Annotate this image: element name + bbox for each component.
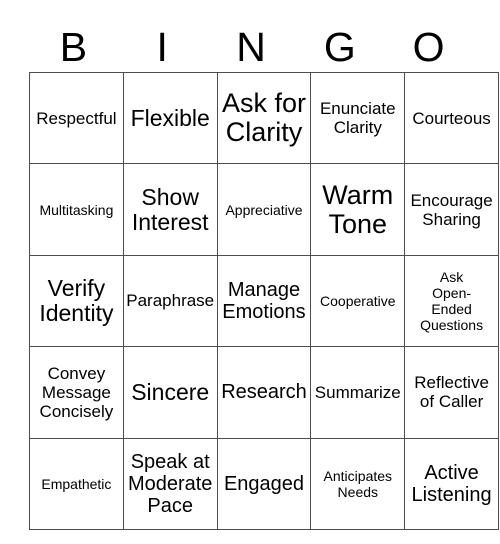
- bingo-cell-label: Enunciate Clarity: [319, 99, 396, 138]
- bingo-cell-n1[interactable]: Ask for Clarity: [216, 71, 312, 165]
- bingo-cell-g1[interactable]: Enunciate Clarity: [310, 71, 406, 165]
- bingo-cell-b4[interactable]: Convey Message Concisely: [29, 346, 124, 439]
- bingo-cell-label: Convey Message Concisely: [39, 363, 114, 421]
- bingo-cell-label: Research: [221, 381, 307, 404]
- bingo-cell-label: Paraphrase: [126, 291, 215, 311]
- bingo-cell-label: Verify Identity: [39, 274, 114, 326]
- bingo-row: Convey Message Concisely Sincere Researc…: [29, 346, 499, 439]
- bingo-cell-label: Ask for Clarity: [221, 88, 306, 148]
- bingo-card: B I N G O Respectful Flexible Ask for Cl…: [0, 0, 500, 544]
- bingo-cell-label: Show Interest: [131, 183, 209, 235]
- bingo-cell-b1[interactable]: Respectful: [29, 71, 124, 165]
- bingo-cell-label: Anticipates Needs: [323, 467, 393, 500]
- bingo-cell-i4[interactable]: Sincere: [122, 346, 218, 439]
- bingo-cell-n5[interactable]: Engaged: [216, 437, 312, 530]
- bingo-cell-label: Sincere: [131, 378, 210, 405]
- bingo-header-row: B I N G O: [29, 22, 473, 72]
- bingo-cell-i1[interactable]: Flexible: [122, 71, 218, 165]
- bingo-cell-label: Flexible: [130, 104, 210, 131]
- bingo-header-letter-g: G: [323, 24, 356, 70]
- bingo-cell-label: Encourage Sharing: [410, 190, 493, 229]
- bingo-cell-label: Warm Tone: [322, 179, 394, 239]
- bingo-cell-label: Engaged: [223, 472, 305, 495]
- bingo-cell-g4[interactable]: Summarize: [310, 346, 406, 439]
- bingo-cell-label: Summarize: [314, 382, 401, 402]
- bingo-cell-n4[interactable]: Research: [216, 346, 312, 439]
- bingo-header-letter-i: I: [156, 24, 168, 70]
- bingo-cell-b2[interactable]: Multitasking: [29, 163, 124, 256]
- bingo-cell-n3[interactable]: Manage Emotions: [216, 254, 312, 348]
- bingo-header-letter-o: O: [412, 24, 445, 70]
- bingo-cell-label: Ask Open- Ended Questions: [420, 268, 484, 333]
- bingo-cell-i3[interactable]: Paraphrase: [122, 254, 218, 348]
- bingo-cell-label: Manage Emotions: [222, 278, 306, 323]
- bingo-cell-label: Reflective of Caller: [414, 373, 489, 412]
- bingo-cell-label: Appreciative: [225, 201, 303, 218]
- bingo-cell-o5[interactable]: Active Listening: [404, 437, 499, 530]
- bingo-row: Multitasking Show Interest Appreciative …: [29, 163, 499, 256]
- bingo-header-letter-b: B: [59, 24, 88, 70]
- bingo-cell-label: Empathetic: [41, 475, 112, 492]
- bingo-cell-label: Active Listening: [411, 461, 492, 506]
- bingo-row: Respectful Flexible Ask for Clarity Enun…: [29, 71, 499, 165]
- bingo-header-letter-n: N: [236, 24, 266, 70]
- bingo-cell-b5[interactable]: Empathetic: [29, 437, 124, 530]
- bingo-cell-o2[interactable]: Encourage Sharing: [404, 163, 499, 256]
- bingo-cell-label: Respectful: [36, 108, 117, 128]
- bingo-row: Empathetic Speak at Moderate Pace Engage…: [29, 437, 499, 530]
- bingo-cell-i2[interactable]: Show Interest: [122, 163, 218, 256]
- bingo-grid: Respectful Flexible Ask for Clarity Enun…: [29, 71, 499, 530]
- bingo-cell-g5[interactable]: Anticipates Needs: [310, 437, 406, 530]
- bingo-cell-label: Courteous: [412, 108, 491, 128]
- bingo-cell-label: Multitasking: [39, 201, 114, 218]
- bingo-cell-o4[interactable]: Reflective of Caller: [404, 346, 499, 439]
- bingo-cell-o1[interactable]: Courteous: [404, 71, 499, 165]
- bingo-cell-label: Speak at Moderate Pace: [127, 450, 213, 517]
- bingo-cell-b3[interactable]: Verify Identity: [29, 254, 124, 348]
- bingo-row: Verify Identity Paraphrase Manage Emotio…: [29, 254, 499, 348]
- bingo-cell-i5[interactable]: Speak at Moderate Pace: [122, 437, 218, 530]
- bingo-cell-label: Cooperative: [320, 292, 396, 309]
- bingo-cell-g2[interactable]: Warm Tone: [310, 163, 406, 256]
- bingo-cell-n2[interactable]: Appreciative: [216, 163, 312, 256]
- bingo-cell-o3[interactable]: Ask Open- Ended Questions: [404, 254, 499, 348]
- bingo-cell-g3[interactable]: Cooperative: [310, 254, 406, 348]
